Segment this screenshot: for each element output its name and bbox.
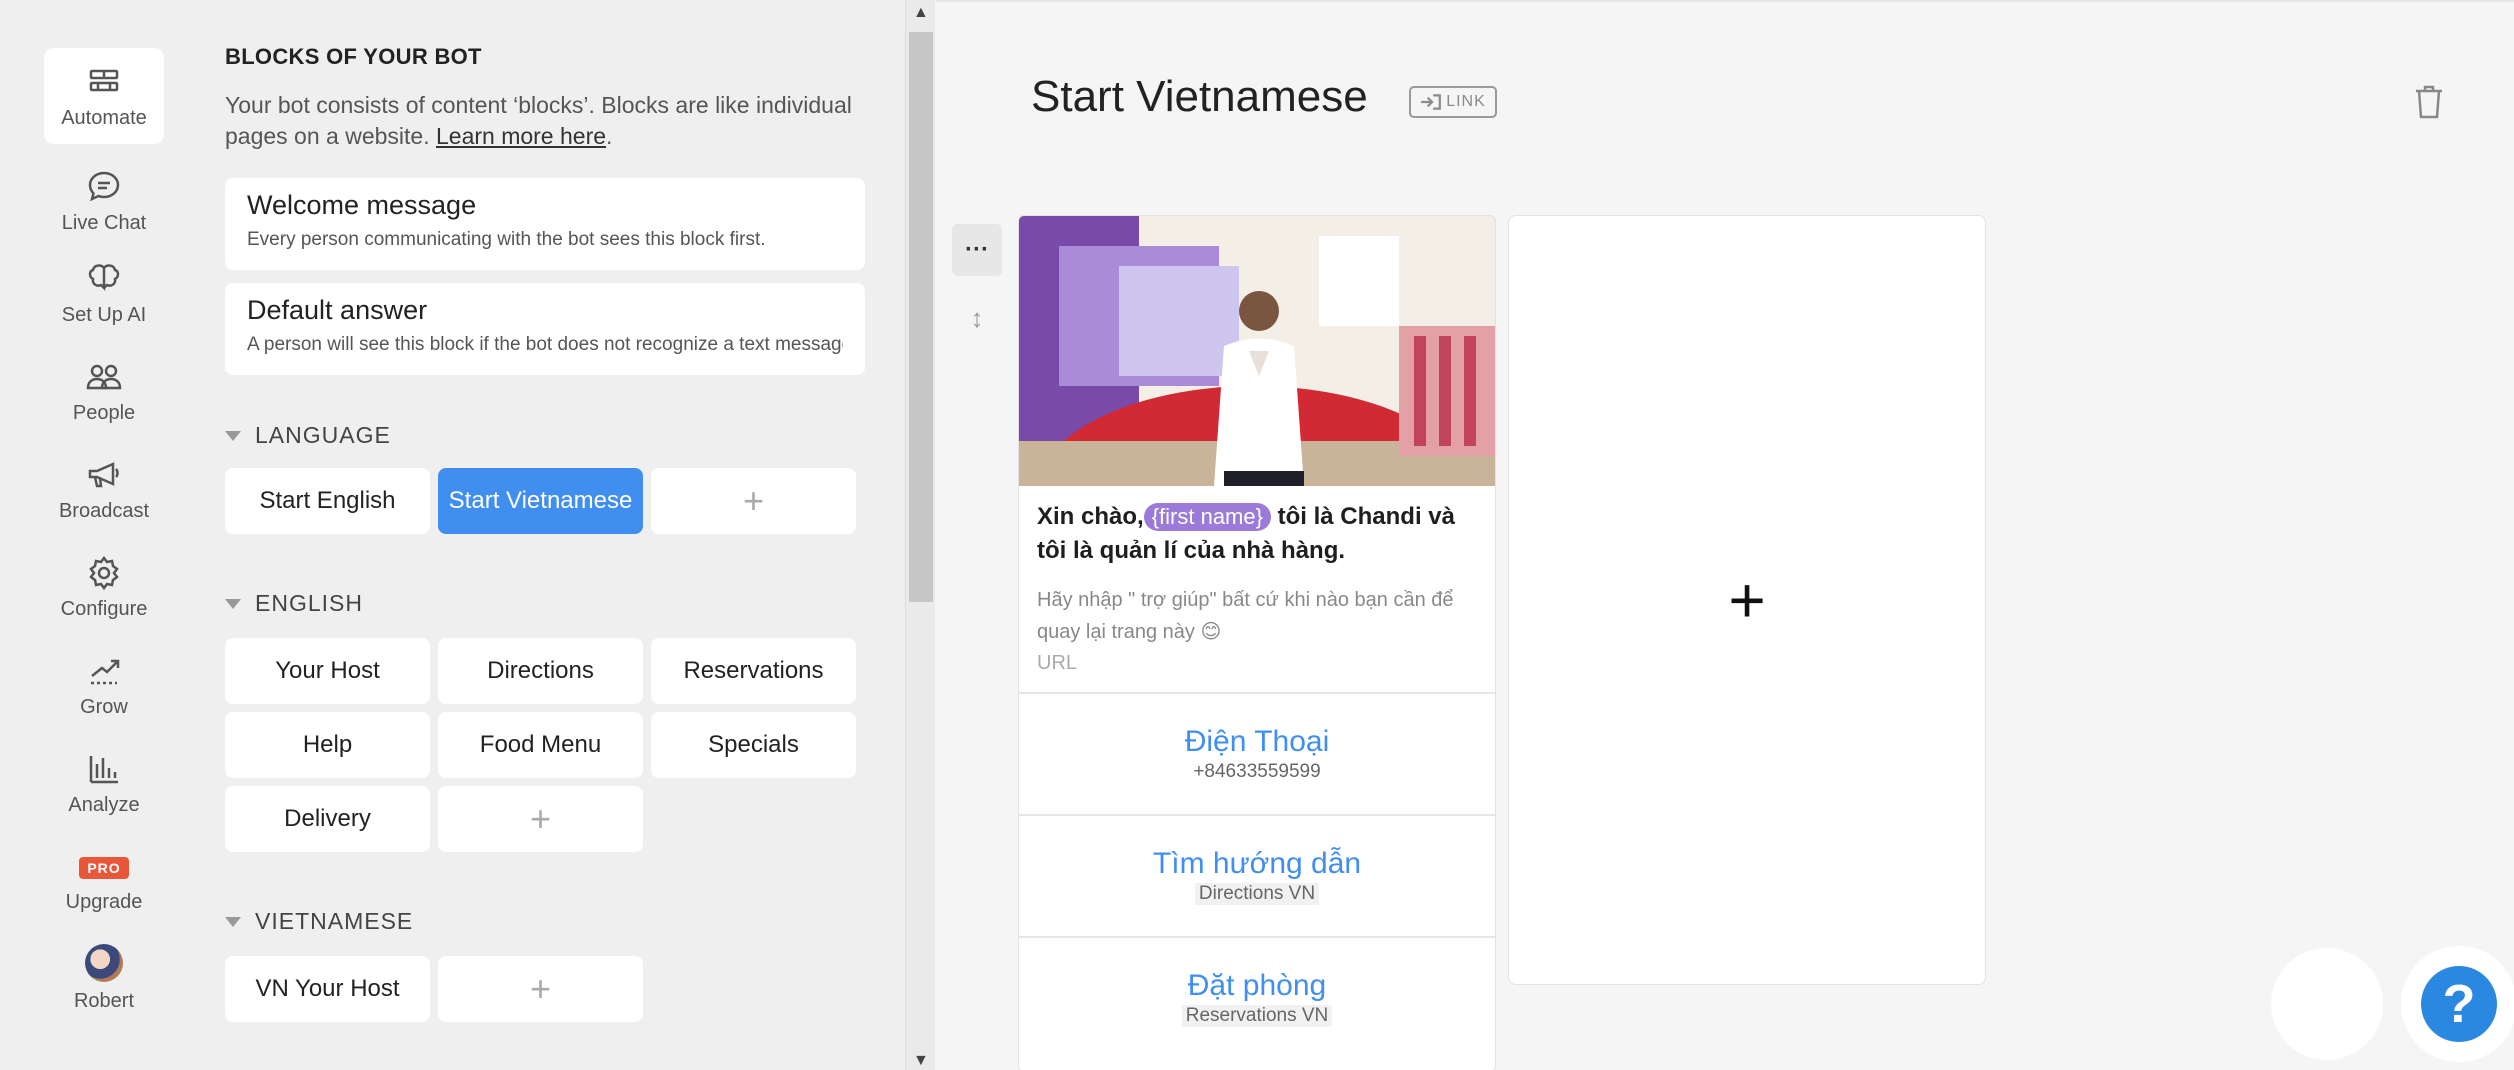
trash-icon[interactable] bbox=[2414, 84, 2444, 120]
group-name: LANGUAGE bbox=[255, 422, 391, 448]
nav-label: Configure bbox=[60, 597, 148, 620]
default-answer-block[interactable]: Default answer A person will see this bl… bbox=[225, 283, 865, 375]
bar-chart-icon bbox=[89, 755, 118, 783]
nav-automate[interactable]: Automate bbox=[44, 48, 164, 144]
block-start-vietnamese[interactable]: Start Vietnamese bbox=[438, 468, 643, 534]
button-title: Đặt phòng bbox=[1187, 969, 1327, 1002]
left-navigation: Automate Live Chat Set Up AI People Broa… bbox=[0, 0, 210, 1070]
scroll-up-arrow-icon[interactable]: ▲ bbox=[913, 4, 929, 22]
block-food-menu[interactable]: Food Menu bbox=[438, 712, 643, 778]
card-url-field[interactable]: URL bbox=[1019, 648, 1495, 692]
block-vn-your-host[interactable]: VN Your Host bbox=[225, 956, 430, 1022]
block-directions[interactable]: Directions bbox=[438, 638, 643, 704]
learn-more-link[interactable]: Learn more here bbox=[436, 123, 606, 149]
nav-label: People bbox=[72, 401, 136, 424]
blocks-description: Your bot consists of content ‘blocks’. B… bbox=[225, 90, 865, 152]
gallery-card: Xin chào, {first name} tôi là Chandi và t… bbox=[1018, 215, 1496, 1070]
nav-broadcast[interactable]: Broadcast bbox=[44, 441, 164, 537]
block-editor: Start Vietnamese LINK ··· ↕ Xin chào, {f… bbox=[936, 0, 2514, 1070]
block-start-english[interactable]: Start English bbox=[225, 468, 430, 534]
link-label: LINK bbox=[1446, 93, 1486, 110]
add-block-button[interactable]: + bbox=[438, 956, 643, 1022]
brain-icon bbox=[88, 263, 120, 291]
add-block-button[interactable]: + bbox=[651, 468, 856, 534]
nav-grow[interactable]: Grow bbox=[44, 637, 164, 733]
block-specials[interactable]: Specials bbox=[651, 712, 856, 778]
nav-label: Analyze bbox=[68, 793, 140, 816]
nav-people[interactable]: People bbox=[44, 343, 164, 439]
card-title-start: Xin chào, bbox=[1037, 503, 1144, 530]
nav-live-chat[interactable]: Live Chat bbox=[44, 153, 164, 249]
card-button-phone[interactable]: Điện Thoại +84633559599 bbox=[1019, 692, 1495, 814]
nav-analyze[interactable]: Analyze bbox=[44, 735, 164, 831]
scroll-down-arrow-icon[interactable]: ▼ bbox=[913, 1052, 929, 1070]
group-header-vietnamese[interactable]: VIETNAMESE bbox=[225, 908, 413, 935]
description-end: . bbox=[606, 123, 613, 149]
block-help[interactable]: Help bbox=[225, 712, 430, 778]
block-delivery[interactable]: Delivery bbox=[225, 786, 430, 852]
card-image[interactable] bbox=[1019, 216, 1495, 486]
collapse-triangle-icon bbox=[225, 598, 241, 609]
blocks-panel: BLOCKS OF YOUR BOT Your bot consists of … bbox=[210, 0, 905, 1070]
grow-icon bbox=[91, 659, 120, 684]
button-target: +84633559599 bbox=[1193, 761, 1321, 782]
block-description: Every person communicating with the bot … bbox=[247, 229, 766, 250]
button-title: Tìm hướng dẫn bbox=[1152, 847, 1362, 880]
collapse-triangle-icon bbox=[225, 916, 241, 927]
drag-handle-icon[interactable]: ↕ bbox=[952, 292, 1002, 344]
nav-set-up-ai[interactable]: Set Up AI bbox=[44, 245, 164, 341]
scroll-thumb[interactable] bbox=[909, 32, 933, 602]
block-title: Default answer bbox=[247, 295, 428, 325]
nav-label: Upgrade bbox=[65, 890, 143, 913]
group-name: ENGLISH bbox=[255, 590, 363, 616]
block-your-host[interactable]: Your Host bbox=[225, 638, 430, 704]
card-title[interactable]: Xin chào, {first name} tôi là Chandi và t… bbox=[1019, 486, 1495, 568]
avatar bbox=[85, 943, 123, 982]
nav-upgrade[interactable]: PRO Upgrade bbox=[44, 837, 164, 933]
nav-label: Live Chat bbox=[61, 211, 147, 234]
card-subtitle[interactable]: Hãy nhập " trợ giúp" bất cứ khi nào bạn … bbox=[1019, 568, 1495, 648]
first-name-attribute[interactable]: {first name} bbox=[1143, 503, 1271, 531]
bricks-icon bbox=[89, 69, 119, 91]
help-button[interactable]: ? bbox=[2401, 946, 2514, 1062]
nav-label: Set Up AI bbox=[61, 303, 147, 326]
nav-profile[interactable]: Robert bbox=[44, 930, 164, 1026]
nav-label: Broadcast bbox=[58, 499, 150, 522]
button-target: Reservations VN bbox=[1181, 1005, 1333, 1027]
link-button[interactable]: LINK bbox=[1409, 86, 1497, 118]
add-card-button[interactable]: + bbox=[1508, 215, 1986, 985]
nav-label: Grow bbox=[80, 695, 128, 718]
block-name-title[interactable]: Start Vietnamese bbox=[1031, 72, 1368, 122]
megaphone-icon bbox=[88, 461, 119, 487]
button-target: Directions VN bbox=[1194, 883, 1320, 905]
card-button-reservations[interactable]: Đặt phòng Reservations VN bbox=[1019, 936, 1495, 1058]
restaurant-photo bbox=[1019, 216, 1495, 486]
pro-badge: PRO bbox=[79, 856, 129, 879]
chat-icon bbox=[88, 171, 120, 201]
collapse-triangle-icon bbox=[225, 430, 241, 441]
group-name: VIETNAMESE bbox=[255, 908, 414, 934]
help-icon: ? bbox=[2421, 966, 2497, 1042]
chat-widget-button[interactable] bbox=[2271, 948, 2383, 1060]
card-button-directions[interactable]: Tìm hướng dẫn Directions VN bbox=[1019, 814, 1495, 936]
button-title: Điện Thoại bbox=[1184, 725, 1330, 758]
nav-label: Robert bbox=[73, 989, 135, 1012]
card-options-button[interactable]: ··· bbox=[952, 224, 1002, 276]
block-description: A person will see this block if the bot … bbox=[247, 334, 843, 355]
block-title: Welcome message bbox=[247, 190, 477, 220]
gear-icon bbox=[89, 555, 119, 590]
blocks-section-title: BLOCKS OF YOUR BOT bbox=[225, 44, 482, 69]
nav-label: Automate bbox=[61, 106, 147, 129]
link-in-icon bbox=[1421, 94, 1442, 110]
welcome-message-block[interactable]: Welcome message Every person communicati… bbox=[225, 178, 865, 270]
nav-configure[interactable]: Configure bbox=[44, 539, 164, 635]
group-header-language[interactable]: LANGUAGE bbox=[225, 422, 391, 449]
group-header-english[interactable]: ENGLISH bbox=[225, 590, 363, 617]
blocks-scrollbar[interactable]: ▲ ▼ bbox=[905, 0, 935, 1070]
people-icon bbox=[86, 364, 122, 389]
add-block-button[interactable]: + bbox=[438, 786, 643, 852]
block-reservations[interactable]: Reservations bbox=[651, 638, 856, 704]
